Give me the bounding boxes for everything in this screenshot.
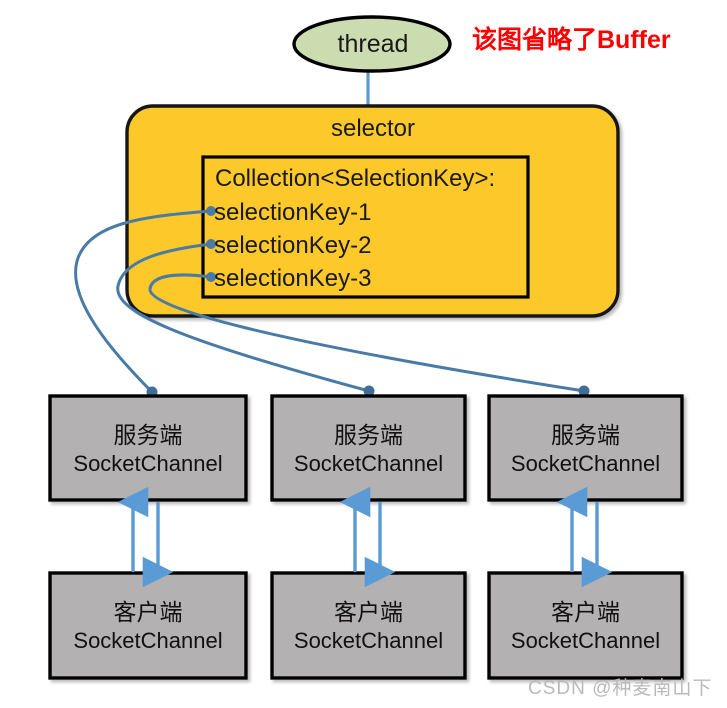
connector-dot-key3 <box>206 272 216 282</box>
server-socketchannel-box-2 <box>270 394 467 502</box>
diagram-graphics <box>48 15 684 680</box>
selection-key-collection-box <box>201 155 530 299</box>
thread-ellipse <box>292 15 452 73</box>
client-socketchannel-box-2 <box>270 571 467 680</box>
connector-dot-key1 <box>206 206 216 216</box>
server-socketchannel-box-1 <box>48 394 248 502</box>
diagram-canvas: thread 该图省略了Buffer selector Collection<S… <box>0 0 727 708</box>
connector-dot-key2 <box>206 239 216 249</box>
server-socketchannel-box-3 <box>487 394 684 502</box>
client-socketchannel-box-3 <box>487 571 684 680</box>
client-socketchannel-box-1 <box>48 571 248 680</box>
